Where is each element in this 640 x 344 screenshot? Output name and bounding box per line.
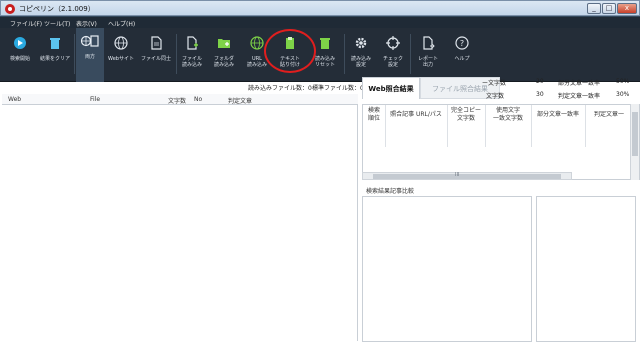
column-divider bbox=[447, 105, 448, 147]
minimize-button[interactable]: _ bbox=[587, 3, 601, 14]
globe-icon bbox=[114, 36, 128, 50]
column-partial-rate[interactable]: 部分文章一致率 bbox=[533, 111, 583, 119]
tab-web-results[interactable]: Web照合結果 bbox=[362, 77, 420, 99]
export-report-button[interactable]: レポート 出力 bbox=[412, 30, 444, 80]
toolbar-separator bbox=[410, 34, 411, 74]
left-table-header: Web File 文字数 No 判定文章 bbox=[2, 94, 358, 105]
toolbar-label: ヘルプ bbox=[454, 56, 470, 62]
toolbar-label: チェック 設定 bbox=[382, 56, 403, 68]
column-char-count[interactable]: 文字数 bbox=[168, 96, 186, 105]
menu-view[interactable]: 表示(V) bbox=[76, 19, 97, 28]
load-folder-button[interactable]: フォルダ 読み込み bbox=[210, 30, 238, 80]
gear-icon bbox=[355, 37, 367, 49]
column-judged-rate[interactable]: 判定文章一 bbox=[589, 111, 629, 119]
app-logo-icon bbox=[5, 4, 15, 14]
mode-web-button[interactable]: Webサイト bbox=[106, 30, 136, 80]
help-icon: ? bbox=[455, 36, 469, 50]
column-divider bbox=[531, 105, 532, 147]
mode-file-button[interactable]: ファイル同士 bbox=[138, 30, 174, 80]
menu-tools[interactable]: ツール(T) bbox=[44, 19, 70, 28]
left-results-list[interactable] bbox=[2, 105, 358, 341]
toolbar-label: 両方 bbox=[84, 54, 95, 60]
toolbar-label: フォルダ 読み込み bbox=[213, 56, 234, 68]
web-file-icon bbox=[81, 35, 99, 47]
menubar: ファイル(F) ツール(T) 表示(V) ヘルプ(H) bbox=[0, 16, 640, 28]
compare-section-label: 検索結果記事比較 bbox=[366, 188, 415, 195]
setting-label: 判定文章一致率 bbox=[558, 93, 601, 100]
trash-reset-icon bbox=[320, 38, 330, 49]
crosshair-icon bbox=[386, 36, 400, 50]
column-rank[interactable]: 検索 順位 bbox=[365, 107, 383, 123]
column-file[interactable]: File bbox=[90, 96, 100, 103]
loaded-file-count: 読み込みファイル数：0 bbox=[248, 85, 312, 92]
column-divider bbox=[385, 105, 386, 147]
setting-label: ー文字数 bbox=[482, 80, 507, 87]
window-title: コピペリン（2.1.009） bbox=[19, 5, 95, 13]
load-settings-button[interactable]: 読み込み 設定 bbox=[346, 30, 376, 80]
toolbar: 検索開始 結果をクリア 両方 Webサイト ファイル同士 ファイル 読み込み フ… bbox=[0, 28, 640, 82]
trash-icon bbox=[50, 38, 60, 49]
start-search-button[interactable]: 検索開始 bbox=[4, 30, 36, 80]
target-file-count: 標準ファイル数：0 bbox=[312, 85, 364, 92]
help-button[interactable]: ? ヘルプ bbox=[446, 30, 478, 80]
toolbar-separator bbox=[74, 34, 75, 74]
highlight-circle-annotation bbox=[264, 29, 316, 73]
toolbar-label: レポート 出力 bbox=[417, 56, 438, 68]
play-icon bbox=[14, 37, 26, 49]
vertical-scrollbar[interactable] bbox=[630, 104, 639, 180]
close-button[interactable]: x bbox=[617, 3, 637, 14]
setting-label: 部分文章一致率 bbox=[558, 80, 601, 87]
toolbar-separator bbox=[344, 34, 345, 74]
column-url-path[interactable]: 照合記事 URL/パス bbox=[387, 111, 445, 119]
column-no[interactable]: No bbox=[194, 96, 202, 103]
toolbar-label: ファイル 読み込み bbox=[181, 56, 202, 68]
file-add-icon bbox=[187, 36, 198, 50]
document-icon bbox=[151, 36, 162, 50]
web-results-grid[interactable]: 検索 順位 照合記事 URL/パス 完全コピー 文字数 使用文字 一致文字数 部… bbox=[362, 104, 640, 180]
toolbar-label: ファイル同士 bbox=[140, 56, 171, 62]
column-judged-text[interactable]: 判定文章 bbox=[228, 96, 252, 105]
horizontal-scrollbar[interactable]: III bbox=[362, 172, 572, 180]
column-full-copy[interactable]: 完全コピー 文字数 bbox=[449, 107, 483, 123]
setting-value: 30 bbox=[536, 91, 544, 98]
toolbar-separator bbox=[176, 34, 177, 74]
menu-file[interactable]: ファイル(F) bbox=[10, 19, 42, 28]
toolbar-label: Webサイト bbox=[108, 56, 134, 62]
window-titlebar: コピペリン（2.1.009） _ □ x bbox=[0, 0, 640, 16]
column-web[interactable]: Web bbox=[8, 96, 21, 103]
mode-both-button[interactable]: 両方 bbox=[76, 28, 104, 82]
folder-add-icon bbox=[218, 39, 230, 48]
column-matching-chars[interactable]: 使用文字 一致文字数 bbox=[487, 107, 529, 123]
scrollbar-thumb[interactable] bbox=[373, 174, 561, 179]
maximize-button[interactable]: □ bbox=[602, 3, 616, 14]
globe-add-icon bbox=[250, 36, 264, 50]
setting-value: 50% bbox=[616, 78, 630, 85]
setting-value: 20 bbox=[536, 78, 544, 85]
column-divider bbox=[485, 105, 486, 147]
scrollbar-grip: III bbox=[455, 172, 460, 178]
toolbar-label: 検索開始 bbox=[9, 56, 30, 62]
compare-target-pane[interactable] bbox=[536, 196, 636, 342]
threshold-settings: ー文字数 20 部分文章一致率 50% 文字数 30 判定文章一致率 30% bbox=[480, 77, 640, 100]
menu-help[interactable]: ヘルプ(H) bbox=[108, 19, 135, 28]
load-file-button[interactable]: ファイル 読み込み bbox=[178, 30, 206, 80]
scrollbar-thumb[interactable] bbox=[632, 112, 638, 156]
check-settings-button[interactable]: チェック 設定 bbox=[378, 30, 408, 80]
report-export-icon bbox=[423, 36, 435, 50]
compare-source-pane[interactable] bbox=[362, 196, 532, 342]
clear-results-button[interactable]: 結果をクリア bbox=[38, 30, 72, 80]
column-divider bbox=[585, 105, 586, 147]
svg-text:?: ? bbox=[460, 39, 464, 48]
setting-value: 30% bbox=[616, 91, 630, 98]
toolbar-label: 読み込み 設定 bbox=[350, 56, 371, 68]
setting-label: 文字数 bbox=[486, 93, 505, 100]
toolbar-label: 結果をクリア bbox=[39, 56, 70, 62]
